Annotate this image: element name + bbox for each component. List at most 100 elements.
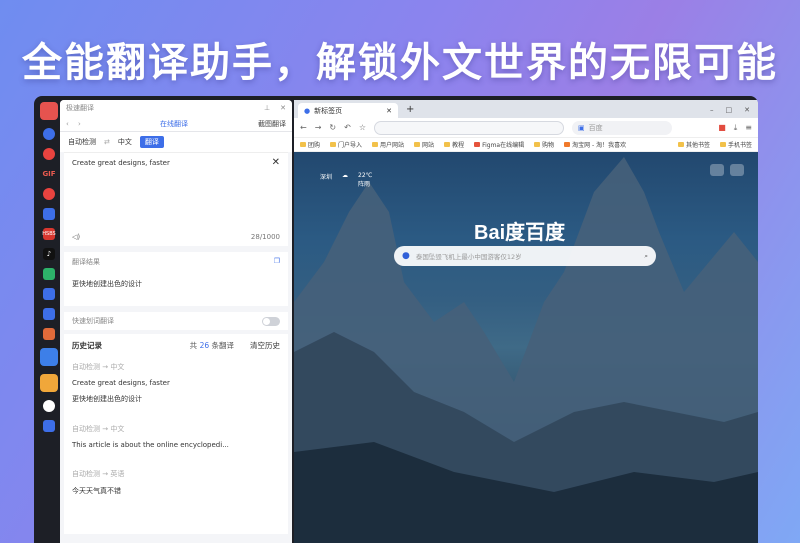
history-item[interactable]: 自动检测 → 中文 Create great designs, faster 更… bbox=[72, 362, 280, 404]
star-icon[interactable]: ☆ bbox=[359, 123, 366, 132]
history-item[interactable]: 自动检测 → 中文 This article is about the onli… bbox=[72, 424, 280, 449]
close-icon[interactable]: ✕ bbox=[280, 104, 286, 112]
bookmark-item[interactable]: 网站 bbox=[414, 140, 434, 149]
bookmark-mobile[interactable]: 手机书签 bbox=[719, 140, 752, 149]
weather-city: 深圳 bbox=[320, 174, 333, 181]
search-placeholder: 百度 bbox=[588, 123, 603, 132]
back-icon[interactable]: ‹ bbox=[66, 120, 78, 128]
translate-app-icon[interactable] bbox=[40, 348, 58, 366]
panel-nav: ‹ › 在线翻译 截图翻译 bbox=[60, 116, 292, 132]
bookmark-item[interactable]: Figma在线编辑 bbox=[474, 140, 524, 149]
baidu-paw-icon[interactable]: ● bbox=[402, 251, 410, 261]
new-tab-icon[interactable]: + bbox=[398, 104, 422, 118]
speaker-icon[interactable]: ◁) bbox=[72, 233, 80, 241]
download-icon[interactable]: ⤓ bbox=[734, 123, 738, 133]
baidu-logo: Bai度百度 bbox=[474, 222, 566, 244]
quick-translate-row: 快速划词翻译 bbox=[64, 312, 288, 330]
grid-icon[interactable] bbox=[43, 268, 55, 280]
mountain-background bbox=[294, 157, 758, 543]
browser-tab[interactable]: ● 新标签页 ✕ bbox=[298, 103, 398, 118]
address-bar: ← → ↻ ↶ ☆ ▣ 百度 ■ ⤓ ≡ bbox=[294, 118, 758, 138]
reload-icon[interactable]: ↻ bbox=[329, 123, 336, 132]
bookmark-item[interactable]: 教程 bbox=[444, 140, 464, 149]
window-close-icon[interactable]: ✕ bbox=[744, 106, 750, 114]
search-input[interactable]: ▣ 百度 bbox=[571, 120, 672, 135]
bookmark-item[interactable]: 门户导入 bbox=[330, 140, 362, 149]
bookmarks-bar: 团购 门户导入 用户网站 网站 教程 Figma在线编辑 购物 淘宝网 - 淘！… bbox=[294, 138, 758, 152]
clear-input-icon[interactable]: ✕ bbox=[272, 157, 280, 168]
forward-icon[interactable]: → bbox=[315, 123, 322, 132]
window-minimize-icon[interactable]: – bbox=[710, 106, 714, 114]
tiktok-icon[interactable]: ♪ bbox=[43, 248, 55, 260]
undo-icon[interactable]: ↶ bbox=[344, 123, 351, 132]
tab-favicon-icon: ● bbox=[304, 106, 311, 115]
copy-icon[interactable]: ❐ bbox=[274, 257, 280, 265]
search-icon: ▣ bbox=[577, 123, 585, 132]
language-bar: 自动检测 ⇄ 中文 翻译 bbox=[60, 132, 292, 152]
settings-icon[interactable] bbox=[730, 164, 744, 176]
history-title: 历史记录 bbox=[72, 340, 102, 350]
browser-window: ● 新标签页 ✕ + – □ ✕ ← → ↻ ↶ ☆ ▣ 百度 ■ ⤓ ≡ 团购… bbox=[294, 100, 758, 543]
tab-title: 新标签页 bbox=[314, 106, 343, 115]
tab-online-translate[interactable]: 在线翻译 bbox=[90, 119, 258, 129]
window-maximize-icon[interactable]: □ bbox=[726, 106, 733, 114]
char-count: 28/1000 bbox=[250, 233, 280, 241]
gif-icon[interactable]: GIF bbox=[42, 168, 55, 180]
avatar-icon[interactable] bbox=[40, 102, 58, 120]
forward-icon[interactable]: › bbox=[78, 120, 90, 128]
source-text[interactable]: Create great designs, faster bbox=[72, 159, 280, 167]
baidu-search-input[interactable]: ● 泰国坠毁飞机上最小中国游客仅12岁 ⌕ bbox=[394, 246, 656, 266]
translate-panel: 极速翻译 ⊥ ✕ ‹ › 在线翻译 截图翻译 自动检测 ⇄ 中文 翻译 Crea… bbox=[60, 100, 292, 543]
target-language[interactable]: 中文 bbox=[118, 137, 132, 147]
skin-icon[interactable] bbox=[710, 164, 724, 176]
panel-titlebar: 极速翻译 ⊥ ✕ bbox=[60, 100, 292, 116]
hsbs-icon[interactable]: HSBS bbox=[42, 228, 56, 240]
new-tab-page: 深圳 ☁ 22℃ 阵雨 Bai度百度 ● 泰国坠毁飞机上最小中国游客仅12岁 ⌕ bbox=[294, 152, 758, 543]
menu-icon[interactable]: ≡ bbox=[745, 123, 752, 132]
bookmark-other[interactable]: 其他书签 bbox=[677, 140, 710, 149]
baidu-search-placeholder: 泰国坠毁飞机上最小中国游客仅12岁 bbox=[415, 253, 522, 261]
browser-tabbar: ● 新标签页 ✕ + – □ ✕ bbox=[294, 100, 758, 118]
bookmark-item[interactable]: 购物 bbox=[534, 140, 554, 149]
swap-language-icon[interactable]: ⇄ bbox=[104, 138, 110, 146]
history-count: 共 26 条翻译 bbox=[189, 340, 234, 350]
bookmark-item[interactable]: 团购 bbox=[300, 140, 320, 149]
target-icon[interactable] bbox=[43, 188, 55, 200]
extension-icon[interactable]: ■ bbox=[718, 123, 726, 132]
bookmark-item[interactable]: 用户网站 bbox=[372, 140, 404, 149]
panel-title: 极速翻译 bbox=[66, 104, 94, 112]
result-label: 翻译结果 bbox=[72, 258, 100, 266]
quick-translate-toggle[interactable] bbox=[262, 316, 280, 326]
clear-history-button[interactable]: 清空历史 bbox=[250, 340, 280, 351]
apps-icon[interactable] bbox=[43, 308, 55, 320]
record-icon[interactable] bbox=[43, 148, 55, 160]
font-icon[interactable] bbox=[43, 328, 55, 340]
user-app-icon[interactable] bbox=[40, 374, 58, 392]
weather-temp: 22℃ 阵雨 bbox=[358, 172, 373, 188]
history-item[interactable]: 自动检测 → 英语 今天天气真不错 bbox=[72, 469, 280, 496]
network-icon[interactable] bbox=[43, 420, 55, 432]
headline: 全能翻译助手，解锁外文世界的无限可能 bbox=[22, 40, 778, 86]
url-input[interactable] bbox=[373, 120, 564, 135]
app-sidebar: GIF HSBS ♪ bbox=[38, 100, 60, 543]
history-section: 历史记录 共 26 条翻译 清空历史 自动检测 → 中文 Create grea… bbox=[64, 334, 288, 534]
weather-icon: ☁ bbox=[342, 172, 349, 179]
browser-icon[interactable] bbox=[43, 128, 55, 140]
tab-screenshot-translate[interactable]: 截图翻译 bbox=[258, 119, 286, 129]
profile-icon[interactable] bbox=[43, 400, 55, 412]
source-language[interactable]: 自动检测 bbox=[68, 137, 96, 147]
translate-button[interactable]: 翻译 bbox=[139, 136, 164, 148]
tab-close-icon[interactable]: ✕ bbox=[386, 107, 392, 115]
pin-icon[interactable]: ⊥ bbox=[264, 104, 270, 112]
app-window: GIF HSBS ♪ 极速翻译 ⊥ ✕ ‹ › 在线翻译 截图翻译 自动检测 ⇄… bbox=[34, 96, 758, 543]
doc-icon[interactable] bbox=[43, 208, 55, 220]
crop-icon[interactable] bbox=[43, 288, 55, 300]
page-tools bbox=[710, 164, 744, 176]
magnifier-icon[interactable]: ⌕ bbox=[644, 252, 648, 261]
quick-translate-label: 快速划词翻译 bbox=[72, 317, 114, 325]
source-text-area[interactable]: Create great designs, faster ✕ ◁) 28/100… bbox=[64, 152, 288, 246]
back-icon[interactable]: ← bbox=[300, 123, 307, 132]
result-box: 翻译结果 ❐ 更快地创建出色的设计 bbox=[64, 252, 288, 306]
bookmark-item[interactable]: 淘宝网 - 淘！我喜欢 bbox=[564, 140, 626, 149]
weather-widget[interactable]: 深圳 ☁ 22℃ 阵雨 bbox=[320, 172, 372, 188]
